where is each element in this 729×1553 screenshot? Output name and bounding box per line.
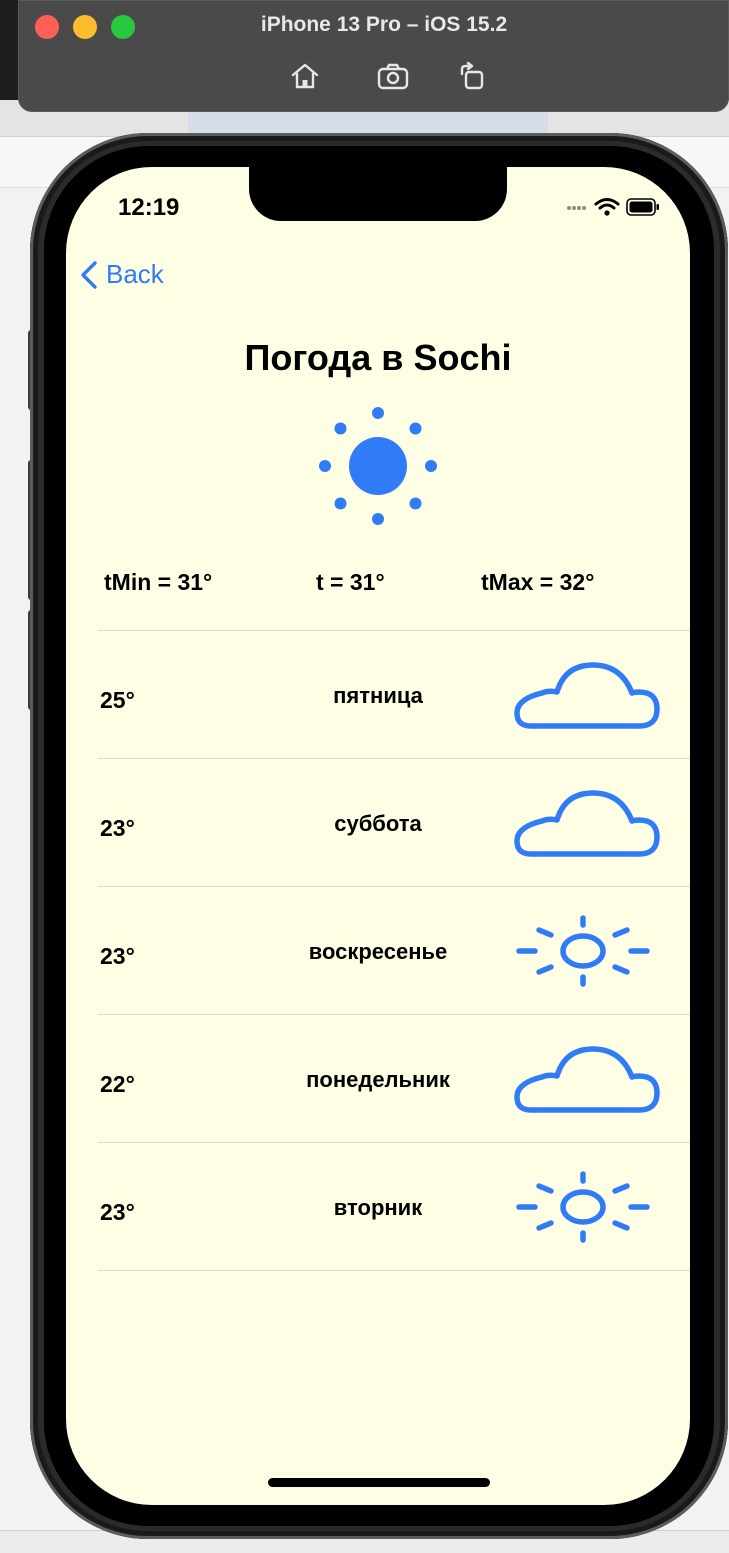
forecast-row[interactable]: 23° вторник: [98, 1142, 690, 1271]
simulator-title: iPhone 13 Pro – iOS 15.2: [260, 13, 508, 36]
cellular-signal-icon: [567, 206, 586, 210]
wifi-icon: [594, 198, 620, 216]
sun-max-fill-icon: [319, 407, 437, 525]
minimize-window-button[interactable]: [73, 15, 97, 39]
forecast-day: суббота: [334, 811, 422, 836]
forecast-day: воскресенье: [308, 939, 448, 964]
home-button[interactable]: [287, 59, 323, 93]
battery-icon: [626, 198, 659, 216]
current-temp-label: t = 31°: [316, 569, 385, 595]
chevron-left-icon: [81, 260, 97, 289]
forecast-temp: 22°: [100, 1071, 135, 1097]
phone-screen: 12:19 Back Погода в Sochi tMin = 31° t =…: [66, 167, 690, 1505]
rotate-button[interactable]: [455, 59, 491, 93]
screenshot-button[interactable]: [375, 59, 411, 93]
zoom-window-button[interactable]: [111, 15, 135, 39]
sun-icon: [516, 1171, 650, 1243]
rotate-icon: [460, 61, 484, 90]
home-icon: [291, 63, 319, 89]
forecast-row[interactable]: 22° понедельник: [98, 1014, 690, 1142]
close-window-button[interactable]: [35, 15, 59, 39]
status-indicators: [566, 197, 660, 217]
forecast-day: вторник: [333, 1195, 423, 1220]
status-time: 12:19: [118, 194, 180, 221]
simulator-titlebar: iPhone 13 Pro – iOS 15.2: [18, 0, 729, 112]
forecast-temp: 23°: [100, 1199, 135, 1225]
cloud-icon: [514, 790, 660, 857]
cloud-icon: [514, 1046, 660, 1113]
forecast-temp: 25°: [100, 687, 135, 713]
sun-icon: [516, 915, 650, 987]
home-indicator[interactable]: [268, 1478, 490, 1487]
tmin-label: tMin = 31°: [104, 569, 213, 595]
back-button[interactable]: Back: [80, 259, 164, 290]
forecast-temp: 23°: [100, 815, 135, 841]
forecast-row[interactable]: 23° воскресенье: [98, 886, 690, 1014]
temperature-summary: tMin = 31° t = 31° tMax = 32°: [66, 569, 690, 609]
forecast-list: 25° пятница 23° суббота 23° воскресенье: [98, 630, 690, 1271]
forecast-row[interactable]: 25° пятница: [98, 630, 690, 758]
forecast-day: понедельник: [306, 1067, 450, 1092]
notch: [249, 167, 507, 221]
forecast-row[interactable]: 23° суббота: [98, 758, 690, 886]
back-label: Back: [106, 259, 164, 289]
cloud-icon: [514, 662, 660, 729]
forecast-temp: 23°: [100, 943, 135, 969]
forecast-day: пятница: [333, 683, 423, 708]
tmax-label: tMax = 32°: [481, 569, 595, 595]
page-title: Погода в Sochi: [244, 337, 512, 378]
screenshot-icon: [377, 63, 409, 90]
